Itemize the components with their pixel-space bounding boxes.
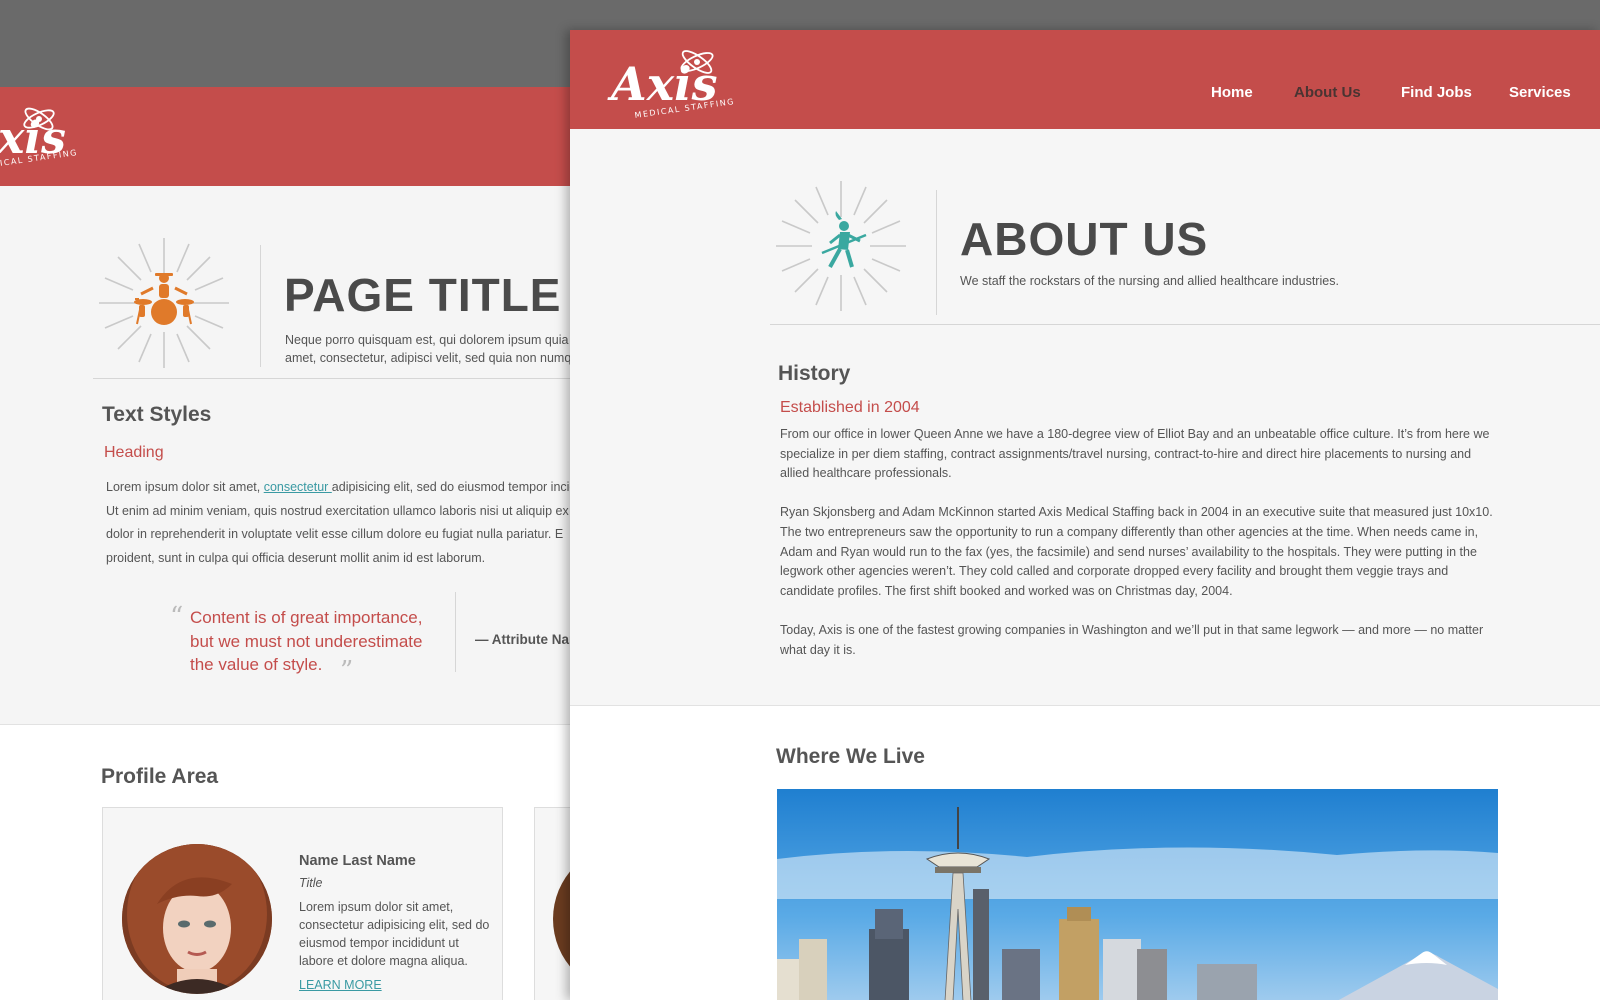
learn-more-link[interactable]: LEARN MORE [299, 978, 382, 992]
lorem-paragraph: Lorem ipsum dolor sit amet, consectetur … [106, 476, 620, 570]
paragraph-text: Lorem ipsum dolor sit amet, [106, 480, 264, 494]
history-paragraph: Today, Axis is one of the fastest growin… [780, 622, 1484, 657]
quote-text: Content is of great importance, but we m… [190, 608, 423, 674]
text-styles-heading: Text Styles [102, 403, 212, 426]
pull-quote: “ Content is of great importance, but we… [170, 592, 620, 686]
open-quote-icon: “ [170, 602, 184, 632]
nav-find-jobs[interactable]: Find Jobs [1401, 84, 1472, 101]
paragraph-line: Lorem ipsum dolor sit amet, consectetur … [106, 476, 620, 500]
page-title: ABOUT US [960, 213, 1209, 265]
profile-card: Name Last Name Title Lorem ipsum dolor s… [102, 807, 503, 1000]
back-hero: PAGE TITLE Neque porro quisquam est, qui… [93, 232, 620, 379]
history-text: From our office in lower Queen Anne we h… [780, 425, 1495, 680]
back-header-bar: Axis MEDICAL STAFFING [0, 87, 620, 186]
nav-home[interactable]: Home [1211, 84, 1253, 101]
history-heading: History [778, 362, 851, 385]
seattle-skyline-image [777, 789, 1498, 1000]
about-hero: ABOUT US We staff the rockstars of the n… [770, 175, 1600, 325]
paragraph-line: proident, sunt in culpa qui officia dese… [106, 550, 486, 565]
page-title: PAGE TITLE [284, 269, 562, 321]
page-subtitle: We staff the rockstars of the nursing an… [960, 274, 1339, 288]
profile-area-heading: Profile Area [101, 765, 219, 788]
history-paragraph: From our office in lower Queen Anne we h… [780, 427, 1490, 481]
close-quote-icon: ” [340, 656, 354, 686]
profile-name: Name Last Name [299, 853, 416, 869]
inline-link[interactable]: consectetur [264, 480, 332, 494]
where-we-live-section: Where We Live [570, 705, 1600, 1000]
where-we-live-heading: Where We Live [776, 745, 925, 768]
paragraph-line: Ut enim ad minim veniam, quis nostrud ex… [106, 503, 569, 518]
nav-about-us[interactable]: About Us [1294, 84, 1361, 101]
style-guide-page: Axis MEDICAL STAFFING [0, 87, 620, 1000]
rockstar-icon [776, 181, 906, 311]
hero-divider [936, 190, 937, 315]
about-us-page: Axis MEDICAL STAFFING Home About Us Find… [570, 30, 1600, 1000]
drummer-icon [99, 238, 229, 368]
history-paragraph: Ryan Skjonsberg and Adam McKinnon starte… [780, 505, 1493, 598]
hero-divider [260, 245, 261, 367]
site-header: Axis MEDICAL STAFFING Home About Us Find… [570, 30, 1600, 129]
established-heading: Established in 2004 [780, 399, 920, 416]
quote-divider [455, 592, 456, 672]
nav-services[interactable]: Services [1509, 84, 1571, 101]
paragraph-line: dolor in reprehenderit in voluptate veli… [106, 527, 564, 541]
avatar [122, 844, 272, 994]
profile-title: Title [299, 876, 323, 890]
site-logo[interactable]: Axis MEDICAL STAFFING [605, 42, 755, 127]
back-logo[interactable]: Axis MEDICAL STAFFING [0, 101, 94, 178]
sub-heading: Heading [104, 444, 164, 461]
profile-bio: Lorem ipsum dolor sit amet, consectetur … [299, 900, 490, 968]
